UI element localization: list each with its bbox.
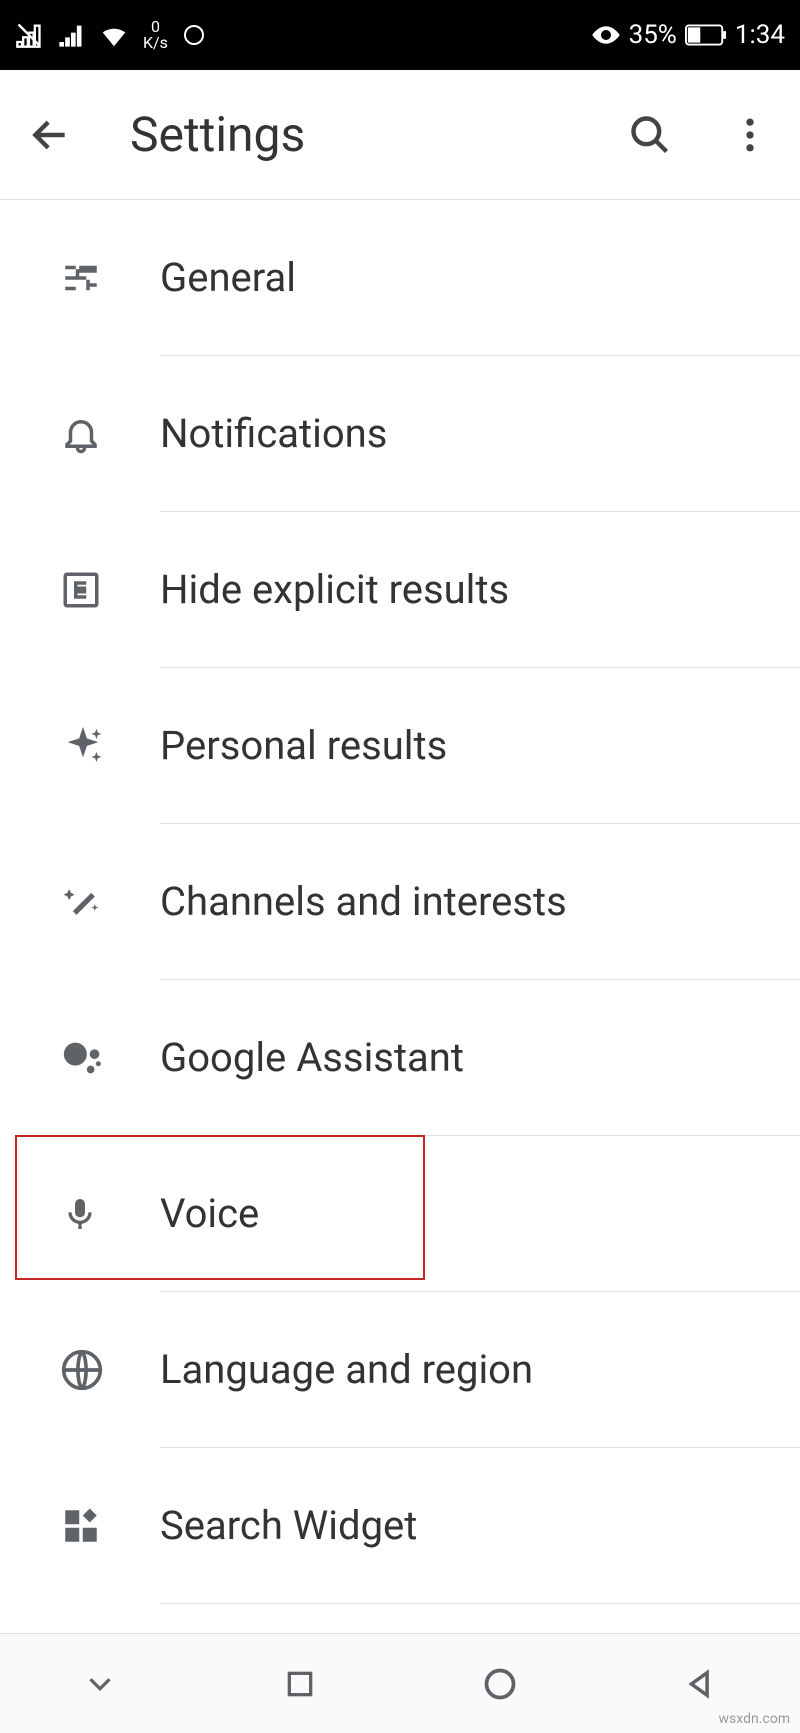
explicit-icon	[60, 569, 102, 611]
app-bar: Settings	[0, 70, 800, 200]
list-item-label: Language and region	[160, 1346, 533, 1393]
list-item-label: General	[160, 254, 296, 301]
nav-back-button[interactable]	[670, 1654, 730, 1714]
wand-icon	[60, 880, 104, 924]
list-item-language-region[interactable]: Language and region	[0, 1292, 800, 1447]
list-item-label: Personal results	[160, 722, 447, 769]
sparkle-icon	[60, 723, 106, 769]
mic-icon	[60, 1194, 100, 1234]
battery-percent: 35%	[629, 20, 677, 50]
speed-unit: K/s	[143, 35, 168, 51]
data-speed-indicator: 0 K/s	[143, 19, 168, 51]
list-item-hide-explicit[interactable]: Hide explicit results	[0, 512, 800, 667]
list-item-general[interactable]: General	[0, 200, 800, 355]
ring-icon	[182, 23, 206, 47]
list-item-label: Voice	[160, 1190, 259, 1237]
battery-icon	[685, 24, 727, 46]
signal-icon	[57, 21, 85, 49]
status-right: 35% 1:34	[591, 20, 785, 50]
list-item-voice[interactable]: Voice	[0, 1136, 800, 1291]
list-item-label: Notifications	[160, 410, 387, 457]
back-button[interactable]	[20, 105, 80, 165]
eye-icon	[591, 20, 621, 50]
divider	[160, 1603, 800, 1604]
clock-time: 1:34	[735, 20, 785, 50]
widget-icon	[60, 1505, 102, 1547]
list-item-search-widget[interactable]: Search Widget	[0, 1448, 800, 1603]
list-item-label: Search Widget	[160, 1502, 417, 1549]
page-title: Settings	[130, 106, 580, 163]
nav-recent-button[interactable]	[270, 1654, 330, 1714]
sliders-icon	[60, 257, 102, 299]
list-item-personal-results[interactable]: Personal results	[0, 668, 800, 823]
assistant-icon	[60, 1035, 106, 1081]
system-nav-bar	[0, 1633, 800, 1733]
list-item-label: Channels and interests	[160, 878, 567, 925]
list-item-label: Hide explicit results	[160, 566, 509, 613]
nav-hide-keyboard-button[interactable]	[70, 1654, 130, 1714]
list-item-channels-interests[interactable]: Channels and interests	[0, 824, 800, 979]
list-item-notifications[interactable]: Notifications	[0, 356, 800, 511]
list-item-google-assistant[interactable]: Google Assistant	[0, 980, 800, 1135]
nav-home-button[interactable]	[470, 1654, 530, 1714]
no-signal-icon	[15, 21, 43, 49]
search-button[interactable]	[620, 105, 680, 165]
overflow-menu-button[interactable]	[720, 105, 780, 165]
status-bar: 0 K/s 35% 1:34	[0, 0, 800, 70]
globe-icon	[60, 1348, 104, 1392]
settings-list: General Notifications Hide explicit resu…	[0, 200, 800, 1604]
wifi-icon	[99, 20, 129, 50]
status-left: 0 K/s	[15, 19, 206, 51]
watermark-text: wsxdn.com	[719, 1711, 790, 1727]
bell-icon	[60, 413, 102, 455]
list-item-label: Google Assistant	[160, 1034, 464, 1081]
